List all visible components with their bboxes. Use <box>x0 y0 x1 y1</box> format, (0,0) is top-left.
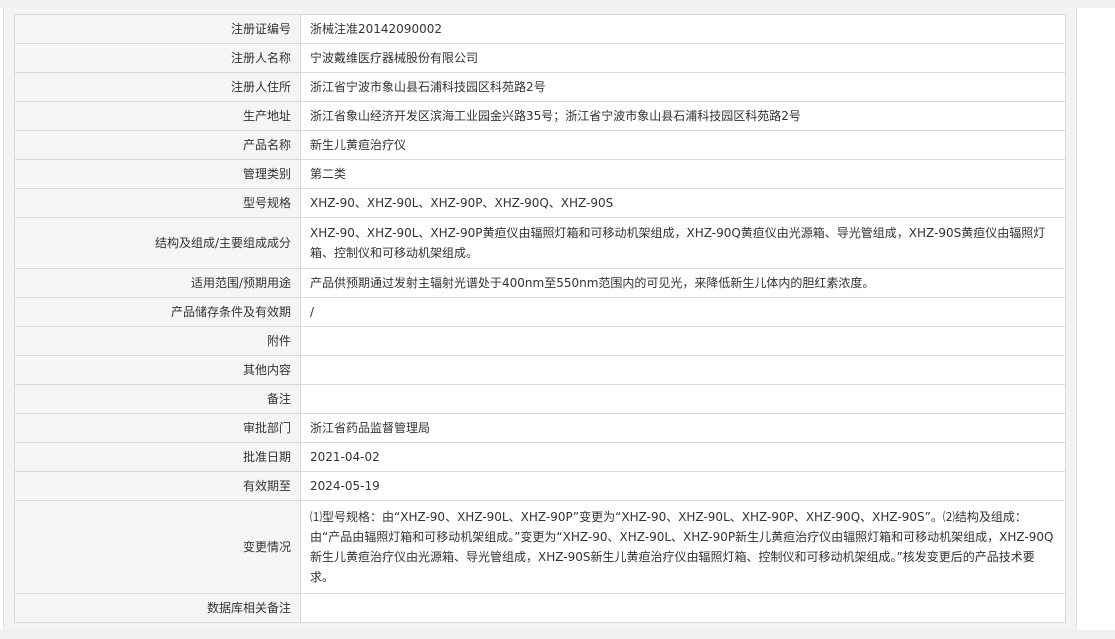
row-management-category: 管理类别 第二类 <box>14 159 1066 189</box>
row-label: 注册人住所 <box>14 72 301 102</box>
row-label: 适用范围/预期用途 <box>14 268 301 298</box>
row-label: 变更情况 <box>14 500 301 594</box>
row-value: 浙江省药品监督管理局 <box>300 413 1066 443</box>
row-registrant-address: 注册人住所 浙江省宁波市象山县石浦科技园区科苑路2号 <box>14 72 1066 102</box>
row-value: 2021-04-02 <box>300 442 1066 472</box>
row-label: 批准日期 <box>14 442 301 472</box>
row-production-address: 生产地址 浙江省象山经济开发区滨海工业园金兴路35号；浙江省宁波市象山县石浦科技… <box>14 101 1066 131</box>
row-label: 备注 <box>14 384 301 414</box>
top-strip <box>0 0 1115 8</box>
registration-detail-table: 注册证编号 浙械注准20142090002 注册人名称 宁波戴维医疗器械股份有限… <box>14 14 1066 623</box>
row-value: 宁波戴维医疗器械股份有限公司 <box>300 43 1066 73</box>
row-value <box>300 384 1066 414</box>
row-label: 注册证编号 <box>14 14 301 44</box>
row-value: 第二类 <box>300 159 1066 189</box>
row-value: / <box>300 297 1066 327</box>
row-other-content: 其他内容 <box>14 355 1066 385</box>
row-value <box>300 355 1066 385</box>
row-label: 生产地址 <box>14 101 301 131</box>
row-label: 管理类别 <box>14 159 301 189</box>
row-approval-date: 批准日期 2021-04-02 <box>14 442 1066 472</box>
row-label: 注册人名称 <box>14 43 301 73</box>
row-label: 产品储存条件及有效期 <box>14 297 301 327</box>
row-value <box>300 593 1066 623</box>
row-value: 浙江省象山经济开发区滨海工业园金兴路35号；浙江省宁波市象山县石浦科技园区科苑路… <box>300 101 1066 131</box>
row-label: 有效期至 <box>14 471 301 501</box>
row-model-spec: 型号规格 XHZ-90、XHZ-90L、XHZ-90P、XHZ-90Q、XHZ-… <box>14 188 1066 218</box>
row-registrant-name: 注册人名称 宁波戴维医疗器械股份有限公司 <box>14 43 1066 73</box>
row-storage-validity: 产品储存条件及有效期 / <box>14 297 1066 327</box>
row-value: XHZ-90、XHZ-90L、XHZ-90P、XHZ-90Q、XHZ-90S <box>300 188 1066 218</box>
row-label: 附件 <box>14 326 301 356</box>
row-value: 产品供预期通过发射主辐射光谱处于400nm至550nm范围内的可见光，来降低新生… <box>300 268 1066 298</box>
row-expiry-date: 有效期至 2024-05-19 <box>14 471 1066 501</box>
row-change-history: 变更情况 ⑴型号规格：由“XHZ-90、XHZ-90L、XHZ-90P”变更为“… <box>14 500 1066 594</box>
bottom-strip <box>0 630 1115 639</box>
row-label: 产品名称 <box>14 130 301 160</box>
row-remarks: 备注 <box>14 384 1066 414</box>
row-label: 审批部门 <box>14 413 301 443</box>
row-value: 浙江省宁波市象山县石浦科技园区科苑路2号 <box>300 72 1066 102</box>
row-attachment: 附件 <box>14 326 1066 356</box>
row-intended-use: 适用范围/预期用途 产品供预期通过发射主辐射光谱处于400nm至550nm范围内… <box>14 268 1066 298</box>
row-label: 数据库相关备注 <box>14 593 301 623</box>
row-value: 新生儿黄疸治疗仪 <box>300 130 1066 160</box>
row-value: ⑴型号规格：由“XHZ-90、XHZ-90L、XHZ-90P”变更为“XHZ-9… <box>300 500 1066 594</box>
row-product-name: 产品名称 新生儿黄疸治疗仪 <box>14 130 1066 160</box>
row-structure-composition: 结构及组成/主要组成成分 XHZ-90、XHZ-90L、XHZ-90P黄疸仪由辐… <box>14 217 1066 269</box>
row-value: 2024-05-19 <box>300 471 1066 501</box>
row-label: 型号规格 <box>14 188 301 218</box>
row-value <box>300 326 1066 356</box>
row-approval-department: 审批部门 浙江省药品监督管理局 <box>14 413 1066 443</box>
row-database-remarks: 数据库相关备注 <box>14 593 1066 623</box>
row-label: 结构及组成/主要组成成分 <box>14 217 301 269</box>
row-registration-number: 注册证编号 浙械注准20142090002 <box>14 14 1066 44</box>
row-value: XHZ-90、XHZ-90L、XHZ-90P黄疸仪由辐照灯箱和可移动机架组成，X… <box>300 217 1066 269</box>
row-label: 其他内容 <box>14 355 301 385</box>
row-value: 浙械注准20142090002 <box>300 14 1066 44</box>
